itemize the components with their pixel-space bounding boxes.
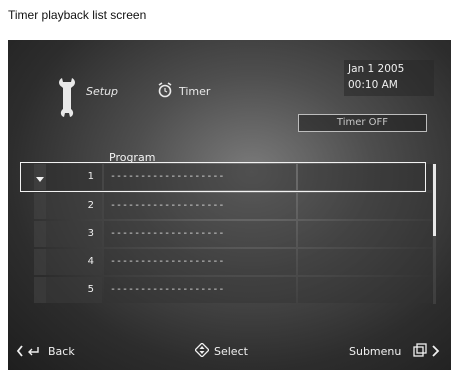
row-gutter — [34, 249, 46, 275]
row-program: ------------------- — [104, 277, 296, 303]
row-program: ------------------- — [104, 249, 296, 275]
scrollbar-thumb[interactable] — [433, 164, 436, 236]
timer-status-box: Timer OFF — [298, 114, 427, 132]
list-row-2[interactable]: 2 ------------------- — [34, 193, 432, 219]
row-gutter — [34, 221, 46, 247]
datetime-box: Jan 1 2005 00:10 AM — [344, 60, 434, 96]
alarm-clock-icon — [158, 82, 172, 98]
list-row-5[interactable]: 5 ------------------- — [34, 277, 432, 303]
submenu-button[interactable]: Submenu — [349, 345, 401, 358]
select-button[interactable]: Select — [214, 345, 248, 358]
row-number: 2 — [46, 193, 102, 219]
row-extra-cell — [298, 277, 432, 303]
timer-label: Timer — [179, 85, 211, 98]
row-number: 5 — [46, 277, 102, 303]
setup-label: Setup — [86, 85, 119, 98]
wrench-icon — [59, 78, 75, 117]
row-gutter — [34, 277, 46, 303]
return-arrow-icon[interactable] — [16, 343, 46, 359]
row-extra-cell — [298, 249, 432, 275]
submenu-icon[interactable] — [411, 343, 441, 359]
date-text: Jan 1 2005 — [348, 63, 405, 75]
selection-arrow-icon — [36, 177, 44, 182]
row-program: ------------------- — [104, 193, 296, 219]
time-text: 00:10 AM — [348, 79, 398, 91]
row-program: ------------------- — [104, 221, 296, 247]
row-number: 4 — [46, 249, 102, 275]
dpad-icon — [195, 343, 209, 357]
footer-bar: Back Select Submenu — [8, 340, 451, 370]
tv-screen: Setup Timer Jan 1 2005 00:10 AM Timer OF… — [8, 40, 451, 370]
list-row-4[interactable]: 4 ------------------- — [34, 249, 432, 275]
row-gutter — [34, 193, 46, 219]
back-button[interactable]: Back — [48, 345, 75, 358]
row-extra-cell — [298, 221, 432, 247]
page-caption: Timer playback list screen — [8, 8, 147, 22]
row-number: 3 — [46, 221, 102, 247]
row-extra-cell — [298, 193, 432, 219]
header: Setup Timer Jan 1 2005 00:10 AM Timer OF… — [8, 40, 451, 136]
list-row-3[interactable]: 3 ------------------- — [34, 221, 432, 247]
selection-highlight — [20, 162, 426, 192]
